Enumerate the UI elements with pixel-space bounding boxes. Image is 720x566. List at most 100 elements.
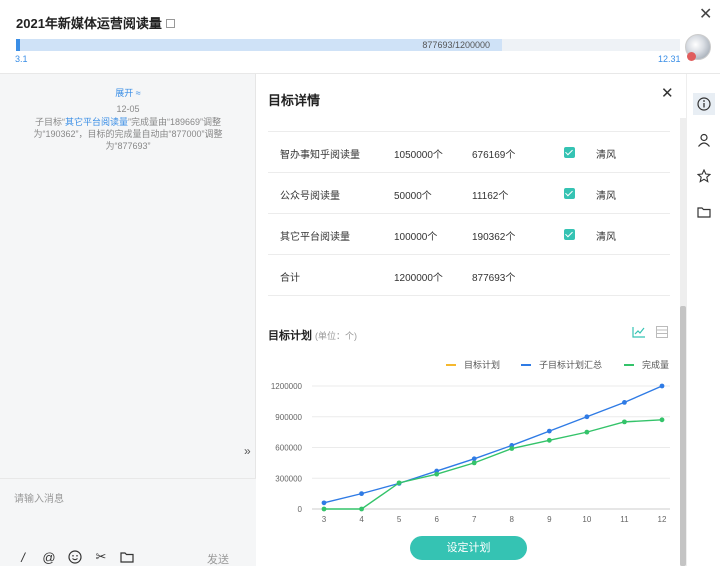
- x-tick-label: 3: [322, 515, 327, 524]
- row-target: 50000个: [394, 191, 432, 202]
- detail-title: 目标详情: [268, 93, 321, 108]
- x-tick-label: 5: [397, 515, 402, 524]
- system-message: 子目标“其它平台阅读量”完成量由“189669”调整为“190362”，目标的完…: [33, 117, 223, 151]
- line-chart-icon[interactable]: [632, 325, 646, 338]
- data-point: [359, 491, 364, 497]
- edit-icon[interactable]: [165, 19, 175, 29]
- row-target: 1050000个: [394, 150, 443, 161]
- y-tick-label: 300000: [275, 474, 302, 483]
- x-tick-label: 6: [434, 515, 439, 524]
- page-title: 2021年新媒体运营阅读量: [16, 13, 175, 32]
- italic-slash-icon[interactable]: /: [16, 550, 30, 565]
- progress-bar: 877693/1200000: [16, 39, 680, 51]
- data-point: [509, 446, 515, 451]
- plan-unit: (单位：个): [315, 331, 357, 341]
- y-tick-label: 600000: [275, 444, 302, 453]
- row-name: 其它平台阅读量: [280, 232, 350, 243]
- x-tick-label: 9: [547, 515, 552, 524]
- plan-line-chart: 0 300000 600000 900000 1200000 3 4 5 6 7 8 9 10 11 12: [271, 382, 670, 524]
- x-tick-label: 11: [620, 515, 629, 524]
- row-name: 公众号阅读量: [280, 191, 340, 202]
- composer-toolbar: / @ ✂: [16, 549, 134, 565]
- x-tick-label: 7: [472, 515, 477, 524]
- row-done: 676169个: [472, 150, 516, 161]
- row-target: 100000个: [394, 232, 438, 243]
- goal-table: 智办事知乎阅读量 1050000个 676169个 清风 公众号阅读量 5000…: [268, 131, 670, 296]
- y-tick-label: 900000: [275, 413, 302, 422]
- series-line: [324, 419, 663, 510]
- legend-item[interactable]: 目标计划: [446, 358, 500, 371]
- row-done: 11162个: [472, 191, 509, 202]
- table-row[interactable]: 公众号阅读量 50000个 11162个 清风: [268, 173, 670, 214]
- detail-panel: 目标详情 ✕ 智办事知乎阅读量 1050000个 676169个 清风 公众号阅…: [256, 74, 686, 566]
- row-owner: 清风: [596, 150, 616, 161]
- x-tick-label: 10: [582, 515, 591, 524]
- row-done: 190362个: [472, 232, 516, 243]
- y-tick-label: 0: [298, 505, 303, 514]
- data-point: [546, 437, 552, 443]
- date-start: 3.1: [15, 54, 28, 64]
- expand-link[interactable]: 展开 ≈: [0, 86, 256, 99]
- data-point: [321, 506, 327, 512]
- message-link[interactable]: 其它平台阅读量: [65, 117, 128, 127]
- legend-item[interactable]: 子目标计划汇总: [521, 358, 602, 371]
- data-point: [321, 500, 327, 506]
- data-point: [622, 419, 627, 425]
- table-row-total: 合计 1200000个 877693个: [268, 255, 670, 296]
- row-name: 智办事知乎阅读量: [280, 150, 360, 161]
- set-plan-button[interactable]: 设定计划: [410, 536, 527, 560]
- folder-icon[interactable]: [120, 550, 134, 564]
- data-point: [659, 417, 665, 423]
- emoji-icon[interactable]: [68, 550, 82, 564]
- x-tick-label: 12: [658, 515, 667, 524]
- data-point: [659, 383, 665, 389]
- title-text: 2021年新媒体运营阅读量: [16, 16, 162, 31]
- window-close-icon[interactable]: ✕: [699, 4, 712, 24]
- row-target: 1200000个: [394, 273, 443, 284]
- avatar[interactable]: [685, 34, 711, 61]
- x-tick-label: 8: [510, 515, 515, 524]
- collapse-double-arrow-icon[interactable]: »: [244, 444, 251, 458]
- date-end: 12.31: [658, 54, 681, 64]
- composer: / @ ✂ 发送: [0, 478, 256, 566]
- row-owner: 清风: [596, 232, 616, 243]
- mention-icon[interactable]: @: [42, 550, 56, 565]
- person-icon[interactable]: [693, 129, 715, 151]
- data-point: [584, 414, 590, 420]
- row-done: 877693个: [472, 273, 516, 284]
- row-checkbox[interactable]: [564, 188, 575, 199]
- series-line: [323, 385, 663, 504]
- data-point: [584, 429, 590, 435]
- row-name: 合计: [280, 273, 300, 284]
- data-point: [359, 506, 364, 512]
- table-row[interactable]: 其它平台阅读量 100000个 190362个 清风: [268, 214, 670, 255]
- header: 2021年新媒体运营阅读量 ✕ 877693/1200000 3.1 12.31: [0, 0, 720, 74]
- row-checkbox[interactable]: [564, 147, 575, 158]
- app-window: 2021年新媒体运营阅读量 ✕ 877693/1200000 3.1 12.31…: [0, 0, 720, 566]
- progress-text: 877693/1200000: [422, 40, 490, 50]
- info-icon[interactable]: [693, 93, 715, 115]
- chat-pane: 展开 ≈ 12-05 子目标“其它平台阅读量”完成量由“189669”调整为“1…: [0, 74, 256, 566]
- scissors-icon[interactable]: ✂: [94, 549, 108, 564]
- data-point: [396, 480, 402, 486]
- y-tick-label: 1200000: [271, 382, 303, 391]
- data-point: [622, 400, 627, 405]
- data-point: [546, 428, 552, 434]
- row-owner: 清风: [596, 191, 616, 202]
- side-icon-strip: [686, 74, 720, 566]
- plan-title: 目标计划 (单位：个): [268, 330, 357, 342]
- table-view-icon[interactable]: [656, 325, 668, 338]
- data-point: [471, 460, 477, 466]
- data-point: [434, 471, 440, 477]
- legend-item[interactable]: 完成量: [624, 358, 669, 371]
- message-input[interactable]: [0, 479, 255, 519]
- table-row[interactable]: 智办事知乎阅读量 1050000个 676169个 清风: [268, 132, 670, 173]
- data-point: [471, 456, 477, 462]
- folder-icon[interactable]: [693, 201, 715, 223]
- x-tick-label: 4: [359, 515, 364, 524]
- message-date: 12-05: [116, 104, 140, 114]
- send-button[interactable]: 发送: [207, 551, 229, 566]
- panel-close-icon[interactable]: ✕: [661, 84, 674, 102]
- star-icon[interactable]: [693, 165, 715, 187]
- row-checkbox[interactable]: [564, 229, 575, 240]
